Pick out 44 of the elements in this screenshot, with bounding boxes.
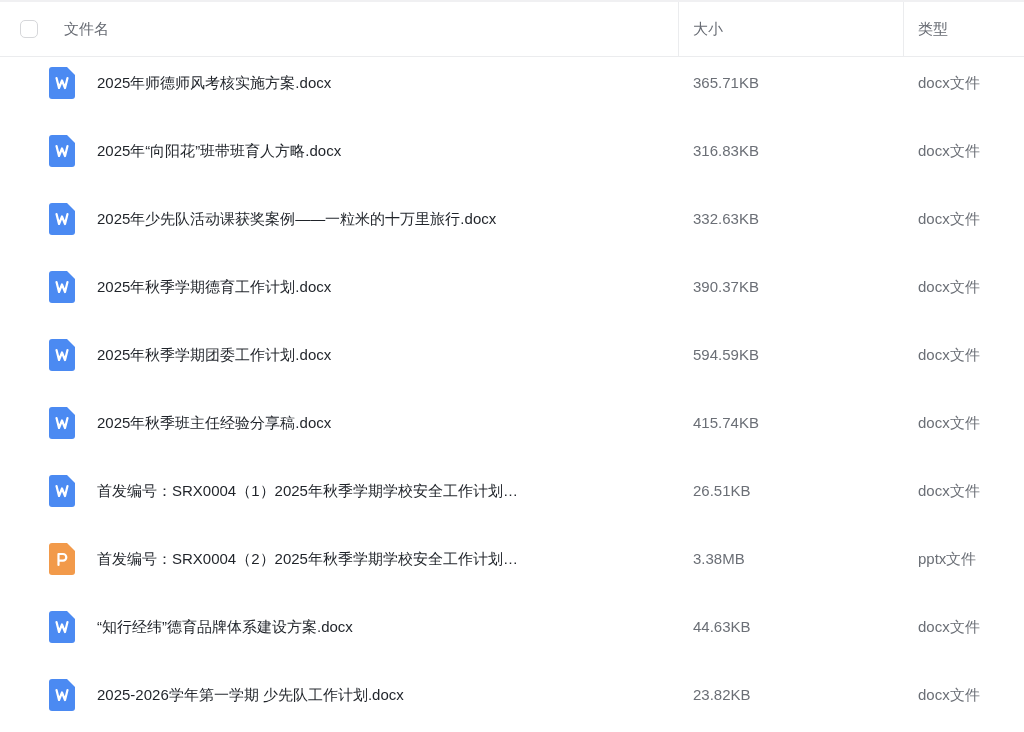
file-name[interactable]: 2025年“向阳花”班带班育人方略.docx bbox=[97, 139, 342, 163]
word-document-icon bbox=[49, 135, 75, 167]
file-size: 316.83KB bbox=[693, 142, 759, 159]
word-document-icon bbox=[49, 203, 75, 235]
file-name[interactable]: “知行经纬”德育品牌体系建设方案.docx bbox=[97, 615, 353, 639]
word-document-icon bbox=[49, 475, 75, 507]
file-type: docx文件 bbox=[918, 686, 980, 703]
file-size: 3.38MB bbox=[693, 550, 745, 567]
file-type: pptx文件 bbox=[918, 550, 977, 567]
file-type: docx文件 bbox=[918, 142, 980, 159]
file-type: docx文件 bbox=[918, 414, 980, 431]
file-type: docx文件 bbox=[918, 278, 980, 295]
file-type: docx文件 bbox=[918, 210, 980, 227]
file-size: 390.37KB bbox=[693, 278, 759, 295]
file-size: 44.63KB bbox=[693, 618, 751, 635]
file-type: docx文件 bbox=[918, 74, 980, 91]
file-size: 594.59KB bbox=[693, 346, 759, 363]
file-size: 23.82KB bbox=[693, 686, 751, 703]
file-name[interactable]: 2025年师德师风考核实施方案.docx bbox=[97, 71, 332, 95]
file-name[interactable]: 2025年秋季学期德育工作计划.docx bbox=[97, 275, 332, 299]
word-document-icon bbox=[49, 679, 75, 711]
presentation-document-icon bbox=[49, 543, 75, 575]
file-name[interactable]: 2025年秋季学期团委工作计划.docx bbox=[97, 343, 332, 367]
file-name[interactable]: 2025-2026学年第一学期 少先队工作计划.docx bbox=[97, 683, 404, 707]
file-name[interactable]: 2025年少先队活动课获奖案例——一粒米的十万里旅行.docx bbox=[97, 207, 497, 231]
file-type: docx文件 bbox=[918, 346, 980, 363]
file-size: 415.74KB bbox=[693, 414, 759, 431]
word-document-icon bbox=[49, 339, 75, 371]
column-header[interactable]: 类型 bbox=[918, 17, 948, 41]
file-name[interactable]: 2025年秋季班主任经验分享稿.docx bbox=[97, 411, 332, 435]
file-type: docx文件 bbox=[918, 618, 980, 635]
checkbox[interactable] bbox=[20, 20, 38, 38]
file-name[interactable]: 首发编号：SRX0004（2）2025年秋季学期学校安全工作计划… bbox=[97, 547, 518, 571]
word-document-icon bbox=[49, 407, 75, 439]
file-size: 332.63KB bbox=[693, 210, 759, 227]
word-document-icon bbox=[49, 67, 75, 99]
file-size: 26.51KB bbox=[693, 482, 751, 499]
file-name[interactable]: 首发编号：SRX0004（1）2025年秋季学期学校安全工作计划… bbox=[97, 479, 518, 503]
column-header[interactable]: 文件名 bbox=[64, 17, 109, 41]
word-document-icon bbox=[49, 271, 75, 303]
file-type: docx文件 bbox=[918, 482, 980, 499]
file-size: 365.71KB bbox=[693, 74, 759, 91]
column-header[interactable]: 大小 bbox=[693, 17, 723, 41]
word-document-icon bbox=[49, 611, 75, 643]
